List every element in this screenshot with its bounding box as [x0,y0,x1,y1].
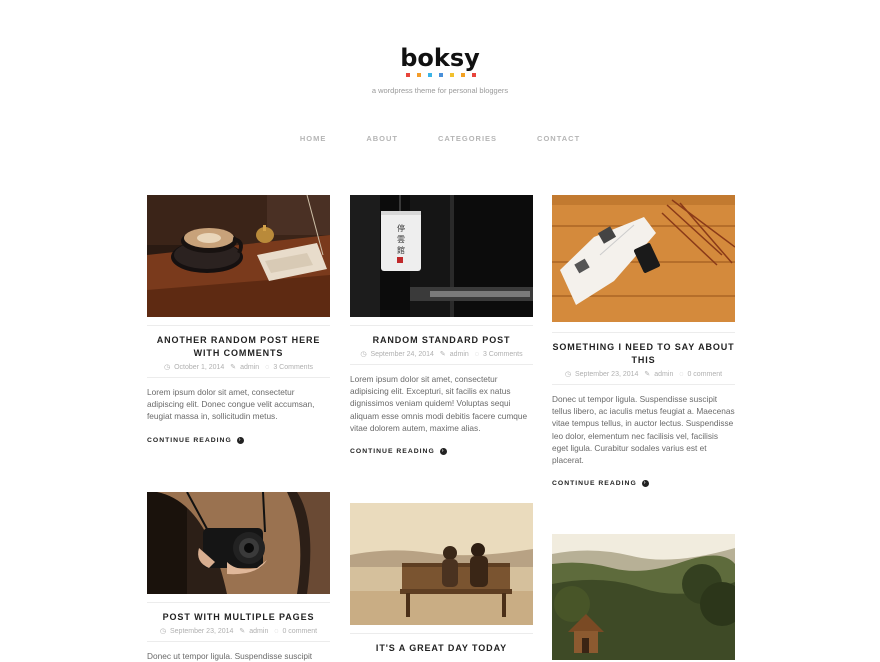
divider [147,377,330,378]
post-thumbnail[interactable] [147,492,330,594]
post-thumbnail[interactable] [147,195,330,317]
arrow-right-icon: › [439,448,447,456]
post-card: ANOTHER RANDOM POST HERE WITH COMMENTS ◷… [147,195,330,444]
continue-reading-label: CONTINUE READING [147,436,232,444]
logo-dot [417,73,421,77]
svg-text:館: 館 [397,245,405,255]
clock-icon: ◷ [159,628,166,635]
post-meta: ◷ September 23, 2014 ✎ admin ◌ 0 comment [552,370,735,378]
nav-about[interactable]: ABOUT [366,134,398,143]
post-author[interactable]: admin [654,371,673,378]
post-author[interactable]: admin [240,364,259,371]
post-date[interactable]: October 1, 2014 [174,364,224,371]
post-thumbnail[interactable] [350,503,533,625]
continue-reading-link[interactable]: CONTINUE READING › [147,436,330,444]
continue-reading-link[interactable]: CONTINUE READING › [350,448,533,456]
comment-icon: ◌ [474,351,479,358]
arrow-right-icon: › [641,480,649,488]
post-card: POST WITH MULTIPLE PAGES ◷ September 23, … [147,492,330,662]
comment-icon: ◌ [679,371,684,378]
post-comments[interactable]: 0 comment [687,371,722,378]
post-comments[interactable]: 3 Comments [273,364,313,371]
post-excerpt: Donec ut tempor ligula. Suspendisse susc… [552,394,735,466]
site-logo[interactable]: boksy [0,44,880,72]
divider [350,364,533,365]
post-thumbnail[interactable] [552,195,735,322]
logo-dot [450,73,454,77]
post-excerpt: Lorem ipsum dolor sit amet, consectetur … [350,374,528,433]
divider [350,633,533,634]
post-meta: ◷ September 23, 2014 ✎ admin ◌ 0 comment [147,627,330,635]
logo-dot [428,73,432,77]
comment-icon: ◌ [265,364,270,371]
post-card: IT'S A GREAT DAY TODAY [350,503,533,655]
post-excerpt: Lorem ipsum dolor sit amet, consectetur … [147,387,315,422]
post-title[interactable]: IT'S A GREAT DAY TODAY [350,642,533,655]
continue-reading-label: CONTINUE READING [350,448,435,456]
post-title[interactable]: RANDOM STANDARD POST [350,334,533,347]
logo-dot [439,73,443,77]
post-date[interactable]: September 23, 2014 [575,371,638,378]
continue-reading-label: CONTINUE READING [552,480,637,488]
pencil-icon: ✎ [239,628,246,635]
nav-home[interactable]: HOME [300,134,327,143]
post-thumbnail[interactable]: 停 雲 館 [350,195,533,317]
post-date[interactable]: September 23, 2014 [170,628,233,635]
post-card: SOMETHING I NEED TO SAY ABOUT THIS ◷ Sept… [552,195,735,488]
post-excerpt: Donec ut tempor ligula. Suspendisse susc… [147,651,313,661]
post-meta: ◷ September 24, 2014 ✎ admin ◌ 3 Comments [350,350,533,358]
post-meta: ◷ October 1, 2014 ✎ admin ◌ 3 Comments [147,363,330,371]
clock-icon: ◷ [564,371,571,378]
nav-contact[interactable]: CONTACT [537,134,580,143]
logo-dot [406,73,410,77]
post-card [552,534,735,660]
post-title[interactable]: SOMETHING I NEED TO SAY ABOUT THIS [552,341,735,367]
pencil-icon: ✎ [230,364,237,371]
post-comments[interactable]: 0 comment [282,628,317,635]
post-thumbnail[interactable] [552,534,735,660]
continue-reading-link[interactable]: CONTINUE READING › [552,480,735,488]
post-date[interactable]: September 24, 2014 [370,351,433,358]
clock-icon: ◷ [360,351,367,358]
post-author[interactable]: admin [249,628,268,635]
svg-text:停: 停 [397,223,405,233]
clock-icon: ◷ [163,364,171,371]
arrow-right-icon: › [236,436,244,444]
logo-color-dots [406,73,476,77]
pencil-icon: ✎ [439,351,446,358]
comment-icon: ◌ [274,628,279,635]
site-tagline: a wordpress theme for personal bloggers [371,86,509,95]
post-card: 停 雲 館 RANDOM STANDARD POST ◷ September 24… [350,195,533,456]
site-header: boksy a wordpress theme for personal blo… [0,0,880,170]
divider [147,325,330,326]
post-comments[interactable]: 3 Comments [483,351,523,358]
divider [552,384,735,385]
pencil-icon: ✎ [644,371,651,378]
post-title[interactable]: POST WITH MULTIPLE PAGES [147,611,330,624]
svg-text:雲: 雲 [397,235,405,244]
post-title[interactable]: ANOTHER RANDOM POST HERE WITH COMMENTS [147,334,330,360]
divider [147,602,330,603]
divider [350,325,533,326]
divider [147,641,330,642]
post-author[interactable]: admin [450,351,469,358]
logo-dot [472,73,476,77]
logo-dot [461,73,465,77]
divider [552,332,735,333]
main-nav: HOME ABOUT CATEGORIES CONTACT [0,134,880,143]
nav-categories[interactable]: CATEGORIES [438,134,497,143]
